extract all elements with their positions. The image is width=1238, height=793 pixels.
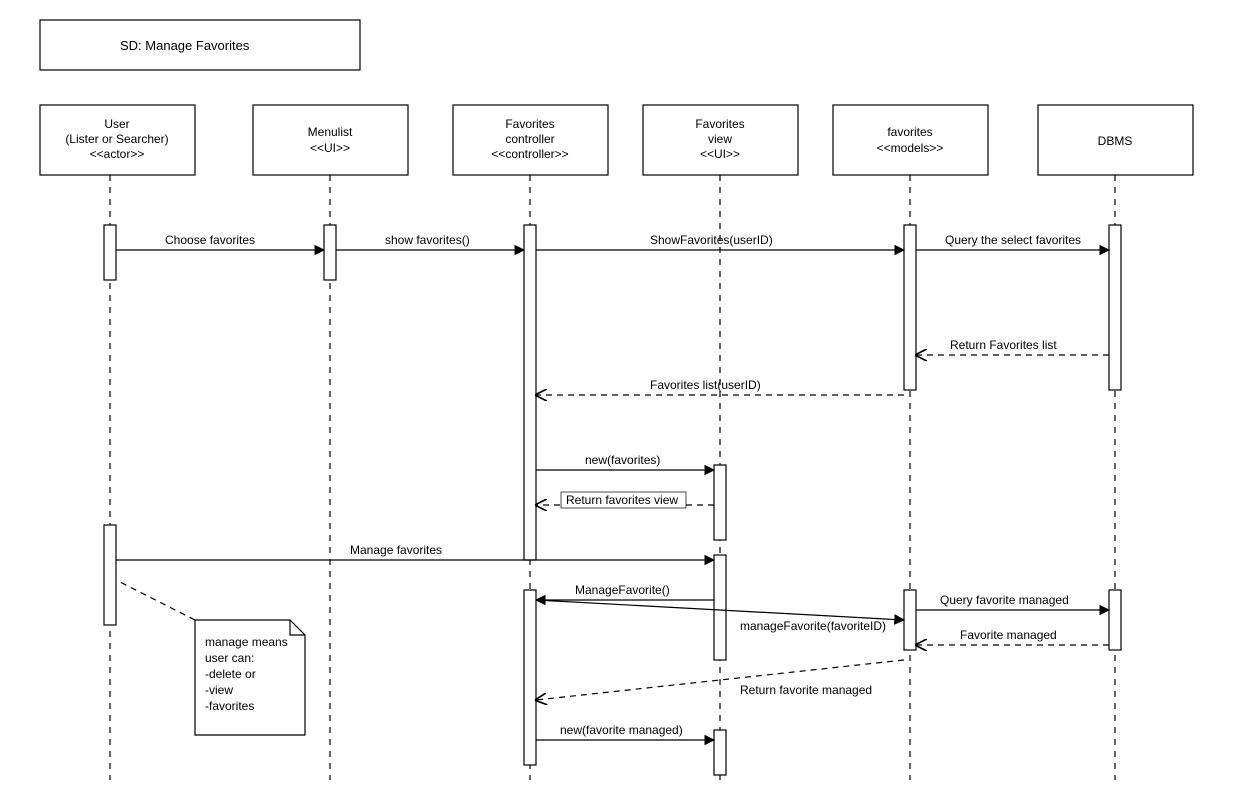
act-ctrl-2	[524, 590, 536, 765]
lane-model-box	[833, 105, 988, 175]
act-view-1	[714, 465, 726, 540]
act-ctrl-1	[524, 225, 536, 560]
lane-ctrl-l1: Favorites	[505, 117, 554, 131]
lbl-m2: show favorites()	[385, 233, 470, 247]
note-anchor	[116, 580, 195, 620]
act-model-1	[904, 225, 916, 390]
lbl-m3: ShowFavorites(userID)	[650, 233, 773, 247]
act-user-2	[104, 525, 116, 625]
note-l2: user can:	[205, 651, 254, 665]
lane-menu-l2: <<UI>>	[310, 141, 350, 155]
note-l4: -view	[205, 683, 233, 697]
act-menu-1	[324, 225, 336, 280]
note-l5: -favorites	[205, 699, 254, 713]
lane-model-l1: favorites	[887, 125, 932, 139]
act-model-2	[904, 590, 916, 650]
act-user-1	[104, 225, 116, 280]
lbl-m4: Query the select favorites	[945, 233, 1081, 247]
lbl-m8: Return favorites view	[566, 493, 678, 507]
lane-menu-box	[253, 105, 408, 175]
lbl-m7: new(favorites)	[585, 453, 660, 467]
lbl-m14: Return favorite managed	[740, 683, 872, 697]
lbl-m15: new(favorite managed)	[560, 723, 683, 737]
lane-view-l1: Favorites	[695, 117, 744, 131]
lbl-m6: Favorites list(userID)	[650, 378, 761, 392]
lane-view-l2: view	[708, 132, 732, 146]
lbl-m9: Manage favorites	[350, 543, 442, 557]
lane-dbms-l1: DBMS	[1098, 134, 1133, 148]
lane-menu-l1: Menulist	[308, 125, 353, 139]
lane-user-l1: User	[104, 117, 129, 131]
lbl-m10: ManageFavorite()	[575, 583, 670, 597]
lane-ctrl-l2: controller	[505, 132, 554, 146]
lbl-m1: Choose favorites	[165, 233, 255, 247]
lane-view-l3: <<UI>>	[700, 147, 740, 161]
note-manage: manage means user can: -delete or -view …	[195, 620, 305, 735]
lane-ctrl-l3: <<controller>>	[491, 147, 568, 161]
lane-user-l3: <<actor>>	[90, 147, 145, 161]
act-dbms-1	[1109, 225, 1121, 390]
lane-model-l2: <<models>>	[877, 141, 944, 155]
act-dbms-2	[1109, 590, 1121, 650]
note-l1: manage means	[205, 635, 288, 649]
lane-user-l2: (Lister or Searcher)	[65, 132, 168, 146]
lbl-m13: Favorite managed	[960, 628, 1057, 642]
act-view-2	[714, 555, 726, 660]
diagram-title: SD: Manage Favorites	[120, 38, 250, 53]
lbl-m12: Query favorite managed	[940, 593, 1069, 607]
sequence-diagram: SD: Manage Favorites User (Lister or Sea…	[0, 0, 1238, 793]
lbl-m11: manageFavorite(favoriteID)	[740, 619, 886, 633]
note-l3: -delete or	[205, 667, 256, 681]
lbl-m5: Return Favorites list	[950, 338, 1057, 352]
act-view-3	[714, 730, 726, 775]
